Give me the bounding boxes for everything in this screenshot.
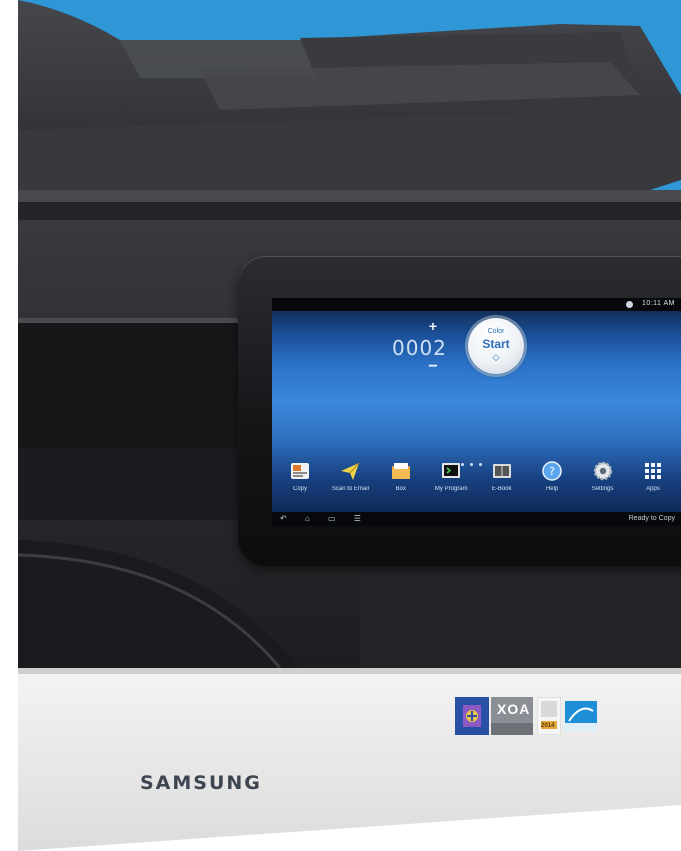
app-apps[interactable]: Apps [631,460,675,506]
start-icon: ◇ [492,352,500,362]
increase-copies-button[interactable]: + [423,318,443,334]
help-icon: ? [542,461,562,481]
xoa-puzzle-icon [455,697,489,735]
app-my-program[interactable]: My Program [429,460,473,506]
app-label: Scan to Email [331,486,369,492]
terminal-icon [442,463,461,478]
svg-text:?: ? [549,465,555,478]
app-label: Settings [591,486,614,492]
grid-icon [644,463,661,479]
start-mode-label: Color [487,328,505,335]
folder-icon [391,463,410,479]
app-help[interactable]: ? Help [530,460,574,506]
touch-screen[interactable]: 10:11 AM + 0002 − Color Start ◇ Copy Sca… [272,298,681,526]
app-label: Apps [646,486,660,492]
status-indicator-icon [626,301,633,308]
xoa-label: XOA [497,701,531,717]
app-launcher: Copy Scan to Email Box My Program E-Book… [278,460,675,506]
decrease-copies-button[interactable]: − [423,358,443,376]
brand-logo: SAMSUNG [140,772,262,794]
app-label: E-Book [491,486,512,492]
app-label: My Program [434,486,468,492]
status-bar: 10:11 AM [272,298,681,311]
app-settings[interactable]: Settings [581,460,625,506]
start-button[interactable]: Color Start ◇ [468,318,524,374]
product-photo: 10:11 AM + 0002 − Color Start ◇ Copy Sca… [0,0,681,851]
nav-buttons[interactable]: ↶ ⌂ ▭ ☰ [280,514,369,523]
app-e-book[interactable]: E-Book [480,460,524,506]
book-icon [492,464,511,478]
copy-icon [291,463,309,479]
copy-count: 0002 [392,336,447,360]
app-copy[interactable]: Copy [278,460,322,506]
award-year: 2014 [541,723,555,729]
device-status: Ready to Copy [628,515,675,522]
app-box[interactable]: Box [379,460,423,506]
status-time: 10:11 AM [641,300,675,307]
send-icon [341,462,360,480]
gear-icon [593,461,612,481]
app-label: Copy [292,486,307,492]
app-scan-to-email[interactable]: Scan to Email [328,460,372,506]
app-label: Box [395,486,407,492]
award-badge [537,697,561,735]
energy-star-icon [565,701,597,731]
start-label: Start [482,337,510,351]
app-label: Help [545,486,559,492]
navigation-bar: ↶ ⌂ ▭ ☰ Ready to Copy [272,512,681,526]
